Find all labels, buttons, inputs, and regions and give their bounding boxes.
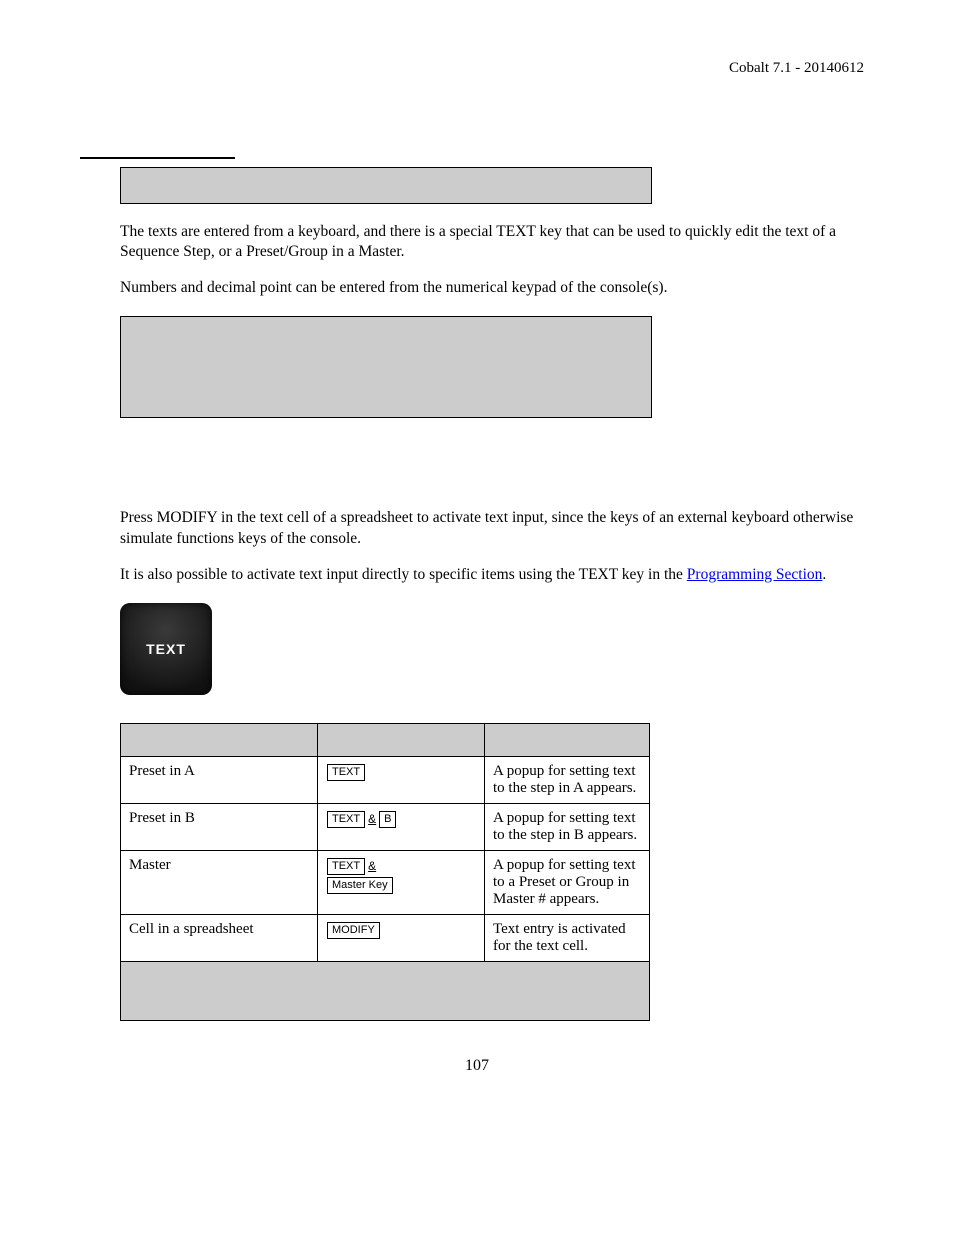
- text-run: It is also possible to activate text inp…: [120, 566, 687, 583]
- table-header: [121, 723, 318, 756]
- item-cell: Preset in A: [121, 756, 318, 803]
- key-cell: MODIFY: [318, 914, 485, 961]
- text-key-icon: TEXT: [120, 603, 212, 695]
- table-header: [318, 723, 485, 756]
- key-cell: TEXT&B: [318, 803, 485, 850]
- table-header-row: [121, 723, 650, 756]
- programming-section-link[interactable]: Programming Section: [687, 566, 823, 583]
- table-row: Preset in BTEXT&BA popup for setting tex…: [121, 803, 650, 850]
- keycap: B: [379, 811, 396, 828]
- keycap: MODIFY: [327, 922, 380, 939]
- table-body: Preset in A TEXT A popup for setting text …: [121, 756, 650, 961]
- document-page: Cobalt 7.1 - 20140612 The texts are ente…: [0, 0, 954, 1235]
- result-cell: A popup for setting text to a Preset or …: [485, 850, 650, 914]
- result-cell: A popup for setting text to the step in …: [485, 756, 650, 803]
- result-cell: A popup for setting text to the step in …: [485, 803, 650, 850]
- table-footer-row: [121, 961, 650, 1020]
- gray-box-middle: [120, 316, 652, 418]
- keycap: TEXT: [327, 811, 365, 828]
- plus-symbol: &: [368, 812, 376, 826]
- body-paragraph: The texts are entered from a keyboard, a…: [120, 222, 874, 262]
- body-paragraph: Numbers and decimal point can be entered…: [120, 278, 874, 298]
- item-cell: Master: [121, 850, 318, 914]
- item-cell: Preset in B: [121, 803, 318, 850]
- page-content: The texts are entered from a keyboard, a…: [120, 167, 874, 1021]
- key-cell: TEXT: [318, 756, 485, 803]
- section-rule: [80, 157, 235, 159]
- table-header: [485, 723, 650, 756]
- item-cell: Cell in a spreadsheet: [121, 914, 318, 961]
- result-cell: Text entry is activated for the text cel…: [485, 914, 650, 961]
- gray-box-top: [120, 167, 652, 204]
- page-number: 107: [80, 1057, 874, 1075]
- text-key-label: TEXT: [146, 641, 186, 657]
- plus-symbol: &: [368, 859, 376, 873]
- body-paragraph: Press MODIFY in the text cell of a sprea…: [120, 508, 874, 548]
- function-table: Preset in A TEXT A popup for setting text …: [120, 723, 650, 1021]
- text-run: .: [822, 566, 826, 583]
- table-row: Master TEXT& Master Key A popup for setting…: [121, 850, 650, 914]
- table-footer: [121, 961, 650, 1020]
- keycap: TEXT: [327, 764, 365, 781]
- key-cell: TEXT& Master Key: [318, 850, 485, 914]
- table-row: Preset in A TEXT A popup for setting text …: [121, 756, 650, 803]
- keycap: Master Key: [327, 877, 393, 894]
- page-header: Cobalt 7.1 - 20140612: [80, 60, 874, 77]
- table-row: Cell in a spreadsheet MODIFY Text entry is…: [121, 914, 650, 961]
- keycap: TEXT: [327, 858, 365, 875]
- body-paragraph: It is also possible to activate text inp…: [120, 565, 874, 585]
